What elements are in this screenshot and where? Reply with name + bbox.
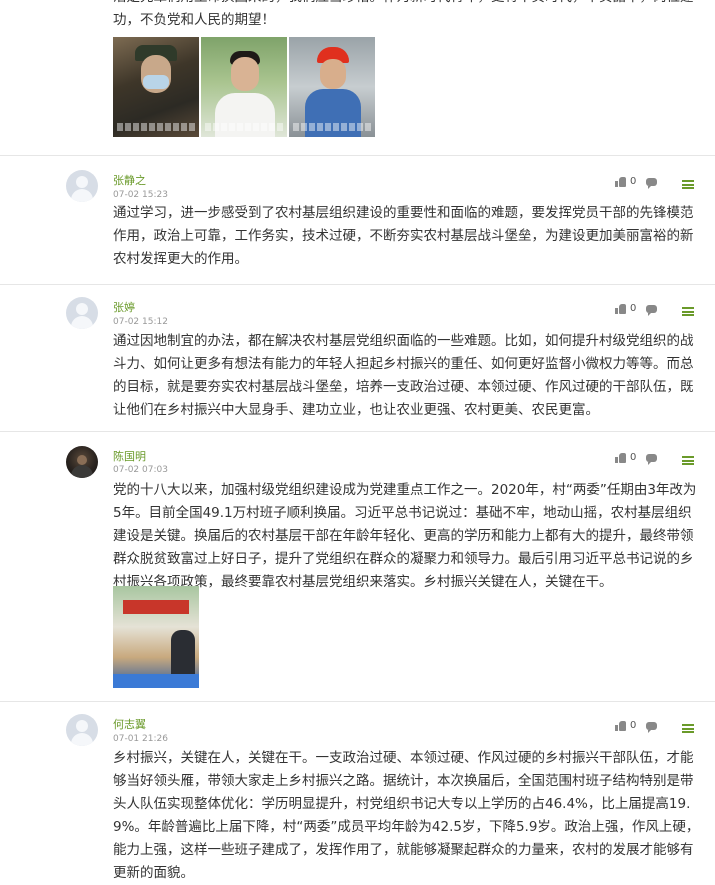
menu-icon[interactable] [682, 724, 694, 733]
comment-time: 07-02 07:03 [113, 465, 168, 475]
commenter-name[interactable]: 张婷 [113, 299, 135, 315]
divider [0, 431, 715, 432]
thumb-up-icon [615, 303, 626, 314]
post-image[interactable] [201, 37, 287, 137]
like-button[interactable]: 0 [615, 303, 636, 314]
comment-text: 党的十八大以来，加强村级党组织建设成为党建重点工作之一。2020年，村“两委”任… [113, 482, 697, 590]
comment-time: 07-01 21:26 [113, 734, 168, 744]
comment-icon[interactable] [646, 454, 657, 465]
post-image[interactable] [113, 37, 199, 137]
commenter-name[interactable]: 陈国明 [113, 448, 146, 464]
thumb-up-icon [615, 720, 626, 731]
comment-icon[interactable] [646, 178, 657, 189]
comment-text: 乡村振兴，关键在人，关键在干。一支政治过硬、本领过硬、作风过硬的乡村振兴干部队伍… [113, 750, 700, 881]
menu-icon[interactable] [682, 307, 694, 316]
thumb-up-icon [615, 452, 626, 463]
like-count: 0 [630, 720, 637, 731]
avatar[interactable] [66, 714, 98, 746]
menu-icon[interactable] [682, 456, 694, 465]
post-text: 活是先辈们用生命换回来的，我们应当珍惜。作为新时代青年，更将不负时代，不负韶华，… [113, 0, 694, 28]
divider [0, 155, 715, 156]
divider [0, 284, 715, 285]
like-count: 0 [630, 303, 637, 314]
comment-time: 07-02 15:23 [113, 190, 168, 200]
post-image[interactable] [289, 37, 375, 137]
comment-time: 07-02 15:12 [113, 317, 168, 327]
avatar[interactable] [66, 170, 98, 202]
comment-text: 通过因地制宜的办法，都在解决农村基层党组织面临的一些难题。比如，如何提升村级党组… [113, 333, 694, 418]
comment-icon[interactable] [646, 722, 657, 733]
commenter-name[interactable]: 何志翼 [113, 716, 146, 732]
commenter-name[interactable]: 张静之 [113, 172, 146, 188]
comment-image[interactable] [113, 586, 199, 688]
like-count: 0 [630, 452, 637, 463]
like-button[interactable]: 0 [615, 452, 636, 463]
like-button[interactable]: 0 [615, 720, 636, 731]
post-image-gallery [113, 37, 375, 137]
like-button[interactable]: 0 [615, 176, 636, 187]
thumb-up-icon [615, 176, 626, 187]
divider [0, 701, 715, 702]
comment-icon[interactable] [646, 305, 657, 316]
menu-icon[interactable] [682, 180, 694, 189]
like-count: 0 [630, 176, 637, 187]
avatar[interactable] [66, 446, 98, 478]
comment-text: 通过学习，进一步感受到了农村基层组织建设的重要性和面临的难题，要发挥党员干部的先… [113, 205, 694, 267]
avatar[interactable] [66, 297, 98, 329]
